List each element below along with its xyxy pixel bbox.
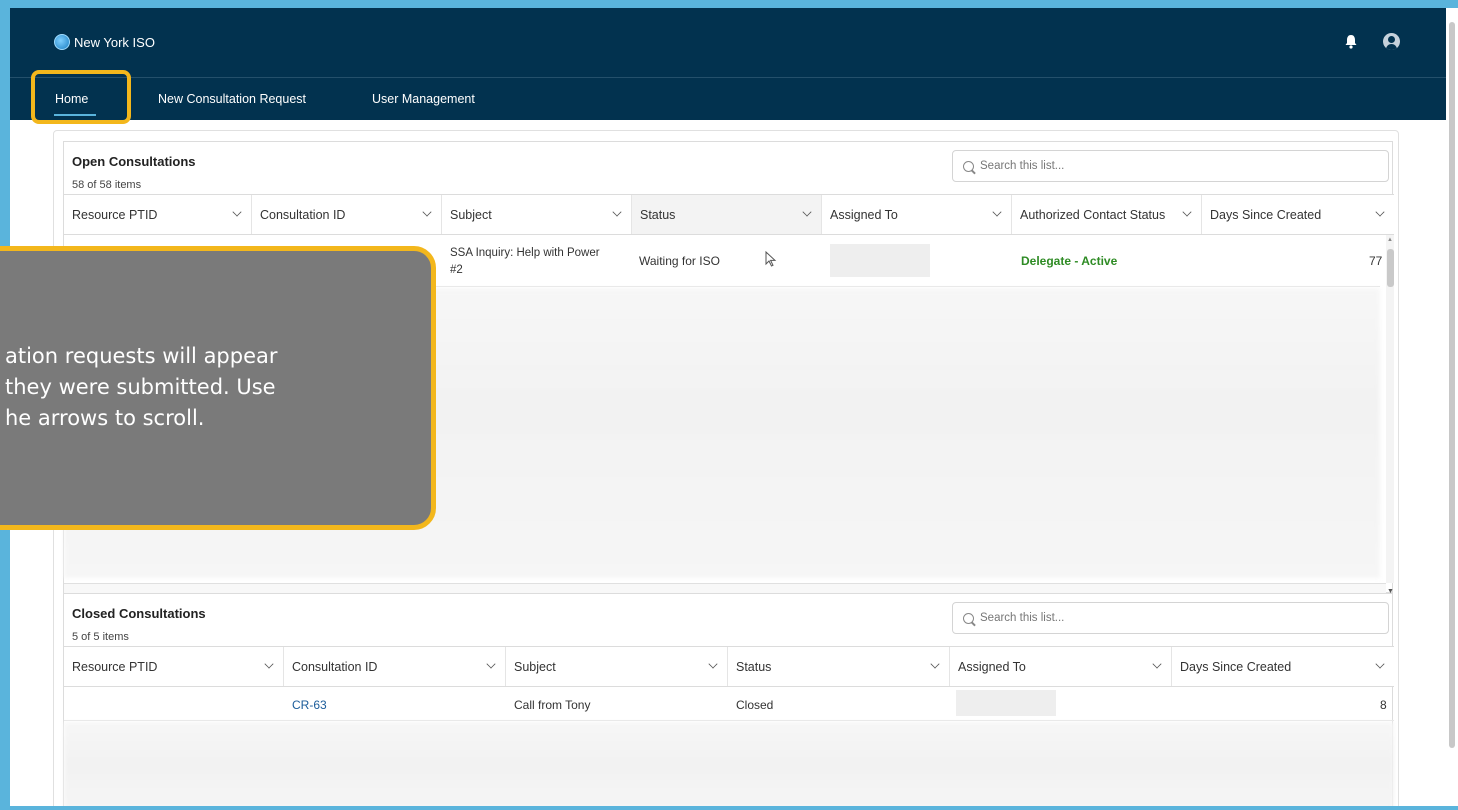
- header-actions: [1343, 33, 1400, 50]
- globe-icon: [54, 34, 70, 50]
- search-icon: [963, 612, 974, 624]
- brand-logo[interactable]: New York ISO: [54, 34, 155, 50]
- status-cell: Closed: [736, 698, 774, 712]
- column-header-status[interactable]: Status: [728, 647, 950, 686]
- column-label: Assigned To: [830, 207, 898, 222]
- chevron-down-icon[interactable]: [1182, 207, 1192, 217]
- column-label: Status: [640, 207, 676, 222]
- column-header-assigned-to[interactable]: Assigned To: [950, 647, 1172, 686]
- scroll-up-arrow-icon[interactable]: ▲: [1387, 237, 1393, 243]
- user-avatar-icon[interactable]: [1383, 33, 1400, 50]
- column-label: Status: [736, 659, 772, 674]
- chevron-down-icon[interactable]: [992, 207, 1002, 217]
- brand-name: New York ISO: [74, 34, 155, 50]
- chevron-down-icon[interactable]: [1375, 659, 1385, 669]
- column-header-resource-ptid[interactable]: Resource PTID: [64, 647, 284, 686]
- vertical-scrollbar[interactable]: ▲ ▼: [1386, 235, 1394, 595]
- column-label: Days Since Created: [1180, 659, 1292, 674]
- column-label: Authorized Contact Status: [1020, 207, 1166, 222]
- chevron-down-icon[interactable]: [802, 207, 812, 217]
- search-icon: [963, 160, 974, 172]
- column-label: Assigned To: [958, 659, 1026, 674]
- search-input[interactable]: [980, 612, 1388, 624]
- nav-tab-new-consultation-request[interactable]: New Consultation Request: [158, 92, 306, 106]
- table-header: Resource PTID Consultation ID Subject St…: [64, 646, 1394, 687]
- status-cell: Waiting for ISO: [639, 254, 720, 268]
- table-row[interactable]: CR-63 Call from Tony Closed 8: [64, 687, 1394, 721]
- authorized-contact-status-cell: Delegate - Active: [1021, 254, 1118, 268]
- column-header-authorized-contact-status[interactable]: Authorized Contact Status: [1012, 195, 1202, 234]
- days-since-created-cell: 77: [1369, 254, 1383, 268]
- column-label: Consultation ID: [292, 659, 378, 674]
- chevron-down-icon[interactable]: [232, 207, 242, 217]
- redacted-assignee: [956, 690, 1056, 716]
- redacted-assignee: [830, 244, 930, 277]
- callout-line: they were submitted. Use: [5, 375, 276, 399]
- notification-bell-icon[interactable]: [1343, 34, 1359, 50]
- page-scrollbar-thumb[interactable]: [1449, 22, 1455, 748]
- chevron-down-icon[interactable]: [708, 659, 718, 669]
- page-scrollbar[interactable]: [1446, 8, 1458, 806]
- column-label: Resource PTID: [72, 207, 158, 222]
- callout-line: he arrows to scroll.: [5, 406, 205, 430]
- chevron-down-icon[interactable]: [612, 207, 622, 217]
- scrollbar-thumb[interactable]: [1387, 249, 1394, 287]
- chevron-down-icon[interactable]: [422, 207, 432, 217]
- chevron-down-icon[interactable]: [486, 659, 496, 669]
- tutorial-callout: ation requests will appear they were sub…: [0, 246, 436, 530]
- search-box[interactable]: [952, 150, 1389, 182]
- mouse-cursor-icon: [765, 251, 777, 267]
- column-header-subject[interactable]: Subject: [442, 195, 632, 234]
- horizontal-scrollbar[interactable]: [64, 583, 1386, 593]
- panel-title: Closed Consultations: [72, 606, 206, 621]
- column-header-resource-ptid[interactable]: Resource PTID: [64, 195, 252, 234]
- app-header: New York ISO Home New Consultation Reque…: [10, 8, 1446, 120]
- callout-line: ation requests will appear: [5, 344, 278, 368]
- header-divider: [10, 77, 1446, 78]
- column-header-subject[interactable]: Subject: [506, 647, 728, 686]
- search-box[interactable]: [952, 602, 1389, 634]
- nav-tab-home[interactable]: Home: [54, 92, 96, 116]
- column-header-consultation-id[interactable]: Consultation ID: [252, 195, 442, 234]
- chevron-down-icon[interactable]: [930, 659, 940, 669]
- subject-line: #2: [450, 264, 463, 276]
- column-header-assigned-to[interactable]: Assigned To: [822, 195, 1012, 234]
- column-header-days-since-created[interactable]: Days Since Created: [1172, 647, 1394, 686]
- column-header-days-since-created[interactable]: Days Since Created: [1202, 195, 1394, 234]
- subject-cell: SSA Inquiry: Help with Power #2: [450, 245, 600, 279]
- chevron-down-icon[interactable]: [264, 659, 274, 669]
- item-count: 5 of 5 items: [72, 631, 129, 643]
- column-label: Days Since Created: [1210, 207, 1322, 222]
- column-label: Consultation ID: [260, 207, 346, 222]
- tutorial-callout-text: ation requests will appear they were sub…: [5, 341, 405, 434]
- column-label: Subject: [514, 659, 556, 674]
- chevron-down-icon[interactable]: [1152, 659, 1162, 669]
- subject-line: SSA Inquiry: Help with Power: [450, 247, 600, 259]
- redacted-rows: [64, 722, 1394, 806]
- chevron-down-icon[interactable]: [1375, 207, 1385, 217]
- column-header-status[interactable]: Status: [632, 195, 822, 234]
- search-input[interactable]: [980, 160, 1388, 172]
- column-label: Subject: [450, 207, 492, 222]
- consultation-id-link[interactable]: CR-63: [292, 698, 327, 712]
- table-header: Resource PTID Consultation ID Subject St…: [64, 194, 1394, 235]
- closed-consultations-panel: Closed Consultations 5 of 5 items Resour…: [63, 593, 1394, 806]
- days-since-created-cell: 8: [1380, 698, 1387, 712]
- subject-cell: Call from Tony: [514, 698, 591, 712]
- nav-tab-user-management[interactable]: User Management: [372, 92, 475, 106]
- panel-title: Open Consultations: [72, 154, 196, 169]
- nav-tab-home-label: Home: [55, 92, 89, 106]
- item-count: 58 of 58 items: [72, 179, 142, 191]
- column-label: Resource PTID: [72, 659, 158, 674]
- column-header-consultation-id[interactable]: Consultation ID: [284, 647, 506, 686]
- active-tab-indicator: [54, 114, 96, 116]
